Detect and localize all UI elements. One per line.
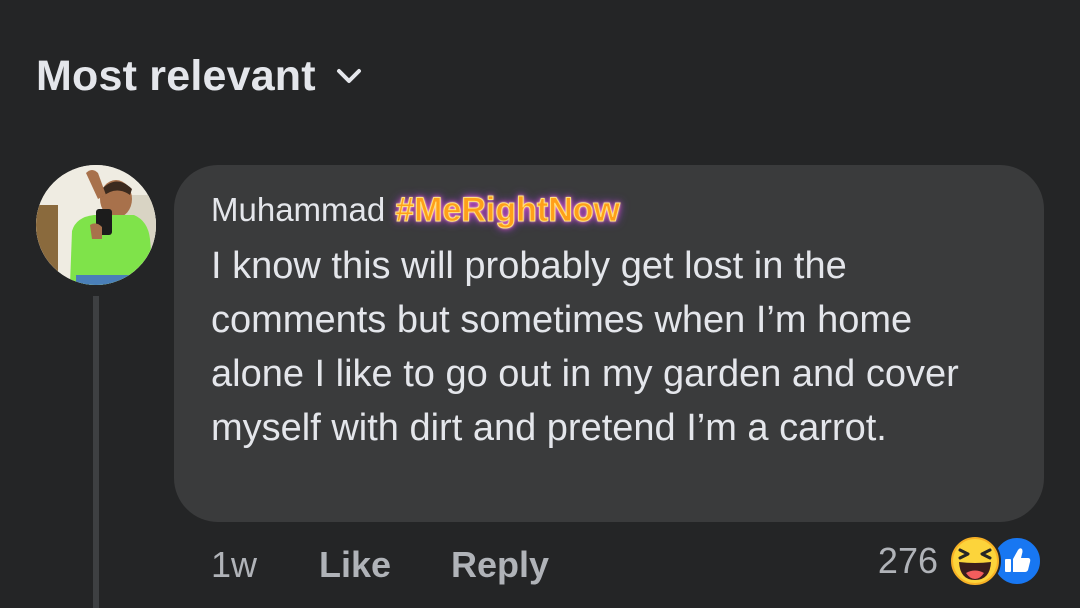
avatar[interactable] bbox=[36, 165, 156, 285]
sort-dropdown[interactable]: Most relevant bbox=[36, 48, 364, 104]
sort-label: Most relevant bbox=[36, 51, 316, 100]
reaction-icons bbox=[948, 534, 1044, 588]
like-button[interactable]: Like bbox=[319, 544, 451, 586]
author-name[interactable]: Muhammad bbox=[211, 191, 385, 229]
timestamp[interactable]: 1w bbox=[211, 544, 319, 586]
reply-button[interactable]: Reply bbox=[451, 544, 549, 586]
reactions-summary[interactable]: 276 bbox=[878, 534, 1044, 588]
reaction-count: 276 bbox=[877, 540, 938, 581]
comments-panel: Most relevant Muhammad #MeRightNow I kno… bbox=[0, 0, 1080, 608]
comment-bubble: Muhammad #MeRightNow I know this will pr… bbox=[174, 165, 1044, 522]
haha-icon bbox=[949, 535, 1001, 587]
hashtag-link[interactable]: #MeRightNow bbox=[395, 190, 621, 230]
author-row: Muhammad #MeRightNow bbox=[211, 187, 1008, 233]
thread-line bbox=[93, 296, 99, 608]
comment-text: I know this will probably get lost in th… bbox=[211, 245, 959, 449]
comment-actions: 1w Like Reply bbox=[211, 540, 549, 590]
chevron-down-icon bbox=[334, 61, 364, 91]
